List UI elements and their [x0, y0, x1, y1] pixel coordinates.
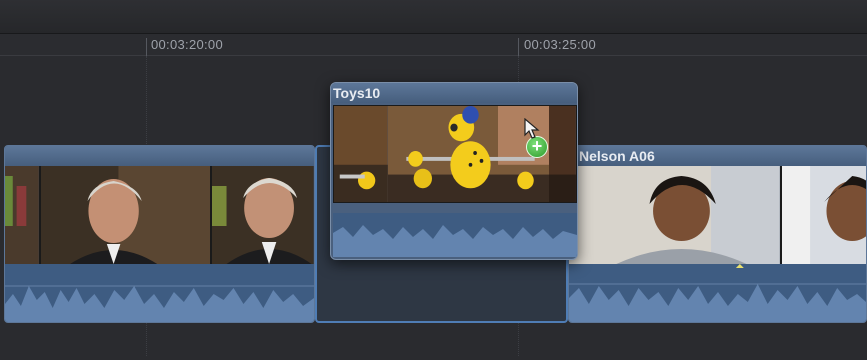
timeline-clip-nelson[interactable]: Nelson A06 [568, 145, 867, 323]
clip-filmstrip [5, 166, 314, 264]
video-frame [40, 166, 213, 264]
timecode-label: 00:03:20:00 [151, 37, 223, 52]
clip-header: Toys10 [331, 83, 577, 103]
timeline-ruler[interactable]: 00:03:20:00 00:03:25:00 [0, 34, 867, 56]
ruler-tick [518, 38, 519, 56]
audio-waveform [5, 264, 314, 322]
clip-header [5, 146, 314, 166]
audio-waveform [569, 264, 866, 322]
timeline-clip-left[interactable] [4, 145, 315, 323]
dragged-clip-toys10[interactable]: Toys10 [330, 82, 578, 260]
video-frame [212, 166, 314, 264]
arrow-cursor-icon [524, 117, 540, 145]
clip-header: Nelson A06 [569, 146, 866, 166]
video-frame [5, 166, 41, 264]
video-frame [549, 106, 576, 202]
video-frame [569, 166, 782, 264]
ruler-tick [146, 38, 147, 56]
video-frame [334, 106, 388, 202]
timecode-label: 00:03:25:00 [524, 37, 596, 52]
toolbar-strip [0, 0, 867, 34]
video-frame [781, 166, 866, 264]
audio-waveform [333, 213, 577, 257]
clip-filmstrip [569, 166, 866, 264]
